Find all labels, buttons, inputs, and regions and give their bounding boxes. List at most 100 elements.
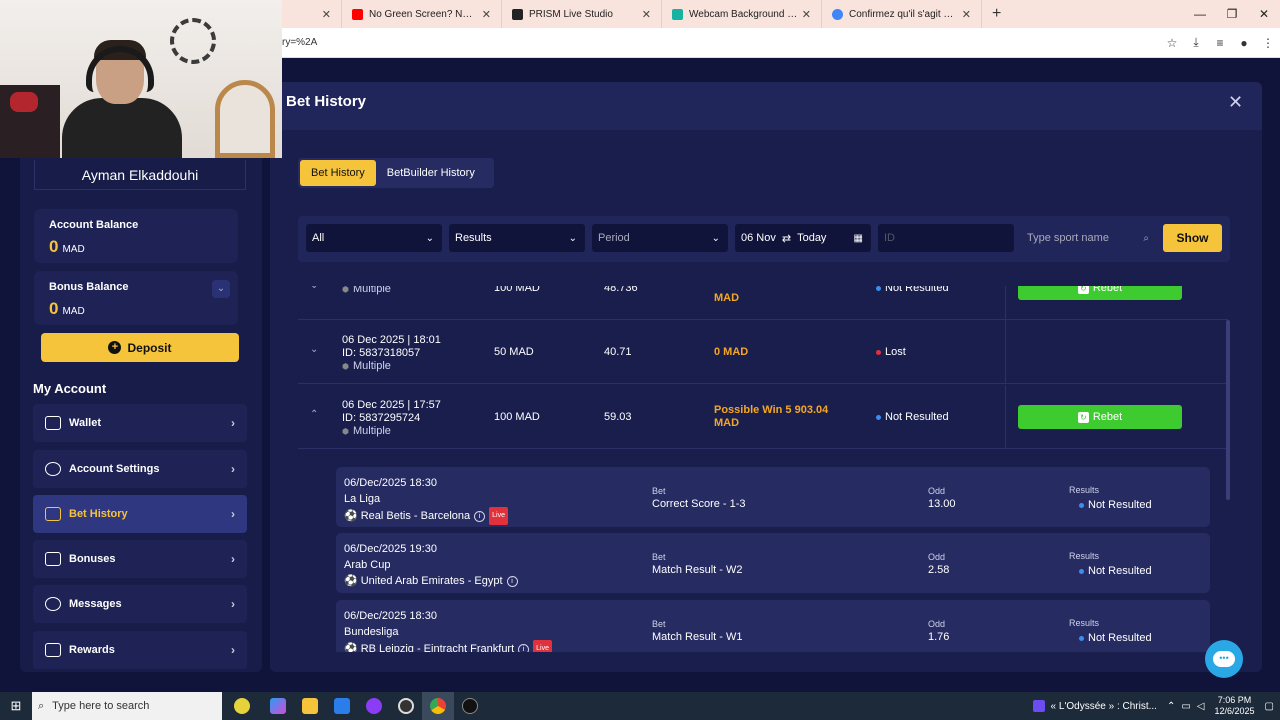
period-select[interactable]: Period ⌄ — [592, 224, 728, 252]
menu-icon[interactable]: ⋮ — [1256, 36, 1280, 50]
chevron-right-icon: › — [231, 416, 235, 430]
balance-amount: 0 MAD — [49, 237, 85, 256]
chat-bubble-icon: ••• — [1213, 651, 1235, 667]
sport-search-input[interactable]: Type sport name ⌕ — [1021, 224, 1157, 252]
history-tabs: Bet History BetBuilder History — [298, 158, 494, 188]
date-range-field[interactable]: 06 Nov ⇄ Today ▦ — [735, 224, 871, 252]
sidebar-item-bet-history[interactable]: Bet History › — [33, 495, 247, 533]
browser-tab[interactable]: Webcam Background Ideas For✕ — [662, 0, 822, 28]
tab-bet-history[interactable]: Bet History — [300, 160, 376, 186]
browser-tab[interactable]: PRISM Live Studio ✕ — [502, 0, 662, 28]
windows-start-icon[interactable]: ⊞ — [0, 698, 32, 714]
gift-icon — [45, 552, 61, 566]
profile-icon[interactable]: ● — [1232, 36, 1256, 50]
tab-betbuilder-history[interactable]: BetBuilder History — [376, 160, 486, 186]
minimize-button[interactable]: — — [1184, 7, 1216, 21]
chrome-icon[interactable] — [422, 692, 454, 720]
store-icon[interactable] — [326, 692, 358, 720]
bet-row[interactable]: ⌃ 06 Dec 2025 | 17:57ID: 5837295724Multi… — [298, 385, 1228, 449]
sidebar-item-account-settings[interactable]: Account Settings › — [33, 450, 247, 488]
info-icon[interactable]: i — [518, 643, 530, 652]
obs-icon[interactable] — [454, 692, 486, 720]
restore-button[interactable]: ❐ — [1216, 7, 1248, 21]
network-icon[interactable]: ▭ — [1181, 701, 1190, 712]
copilot-icon[interactable] — [262, 692, 294, 720]
status-badge: Not Resulted — [876, 411, 949, 423]
info-icon[interactable]: i — [474, 510, 486, 522]
show-button[interactable]: Show — [1163, 224, 1222, 252]
chevron-down-icon: ⌄ — [425, 232, 434, 244]
rebet-icon: ↻ — [1077, 286, 1089, 294]
swap-arrows-icon: ⇄ — [781, 232, 792, 245]
chevron-right-icon: › — [231, 462, 235, 476]
bet-odd: 59.03 — [604, 411, 632, 423]
bonus-label: Bonus Balance — [49, 281, 129, 293]
chevron-up-icon[interactable]: ⌃ — [1167, 701, 1175, 712]
chevron-down-icon[interactable]: ⌄ — [310, 344, 318, 355]
deposit-button[interactable]: + Deposit — [41, 333, 239, 362]
sidebar-item-wallet[interactable]: Wallet › — [33, 404, 247, 442]
sidebar-item-messages[interactable]: Messages › — [33, 585, 247, 623]
rebet-button[interactable]: ↻ Rebet — [1018, 286, 1182, 300]
bet-odd: 40.71 — [604, 346, 632, 358]
chat-button[interactable]: ••• — [1205, 640, 1243, 678]
clock[interactable]: 7:06 PM 12/6/2025 — [1215, 695, 1255, 717]
prism-icon — [512, 8, 523, 20]
taskbar-search[interactable]: ⌕ Type here to search — [32, 692, 222, 720]
rebet-icon: ↻ — [1077, 411, 1089, 423]
user-icon — [45, 462, 61, 476]
close-icon[interactable]: ✕ — [1228, 92, 1243, 113]
soccer-ball-icon: ⚽ — [344, 575, 358, 587]
lemons-icon — [222, 692, 262, 720]
chair-accent — [10, 92, 38, 112]
section-title: My Account — [33, 381, 107, 396]
modal-header — [270, 82, 1262, 130]
close-window-button[interactable]: ✕ — [1248, 7, 1280, 21]
bet-stake: 100 MAD — [494, 286, 540, 294]
volume-icon[interactable]: ◁ — [1197, 701, 1205, 712]
table-scrollbar[interactable] — [1226, 320, 1230, 500]
rebet-button[interactable]: ↻ Rebet — [1018, 405, 1182, 429]
bet-info: 06 Dec 2025 | 17:57ID: 5837295724Multipl… — [342, 399, 441, 438]
close-tab-icon[interactable]: ✕ — [642, 8, 651, 21]
app-icon[interactable] — [390, 692, 422, 720]
chevron-down-icon[interactable]: ⌄ — [212, 280, 230, 298]
file-explorer-icon[interactable] — [294, 692, 326, 720]
status-badge: Not Resulted — [876, 286, 949, 294]
bet-row[interactable]: ⌄ 06 Dec 2025 | 18:01ID: 5837318057Multi… — [298, 320, 1228, 384]
chevron-down-icon: ⌄ — [711, 232, 720, 244]
close-tab-icon[interactable]: ✕ — [802, 8, 811, 21]
media-title[interactable]: « L'Odyssée » : Christ... — [1051, 701, 1157, 712]
chevron-right-icon: › — [231, 507, 235, 521]
star-icon — [45, 643, 61, 657]
document-icon — [45, 507, 61, 521]
download-icon[interactable]: ⤓ — [1184, 35, 1208, 50]
type-select[interactable]: All ⌄ — [306, 224, 442, 252]
close-tab-icon[interactable]: ✕ — [322, 8, 331, 21]
sidebar-item-rewards[interactable]: Rewards › — [33, 631, 247, 669]
close-tab-icon[interactable]: ✕ — [962, 8, 971, 21]
browser-tab[interactable]: ✕ — [282, 0, 342, 28]
sidebar-item-bonuses[interactable]: Bonuses › — [33, 540, 247, 578]
chevron-right-icon: › — [231, 597, 235, 611]
url-field[interactable]: ry=%2A — [282, 37, 1160, 48]
star-icon[interactable]: ☆ — [1160, 36, 1184, 50]
new-tab-button[interactable]: + — [992, 5, 1001, 23]
results-select[interactable]: Results ⌄ — [449, 224, 585, 252]
system-tray: « L'Odyssée » : Christ... ⌃ ▭ ◁ 7:06 PM 1… — [1032, 692, 1280, 720]
search-icon: ⌕ — [1143, 232, 1149, 244]
browser-tab[interactable]: No Green Screen? No Problem✕ — [342, 0, 502, 28]
chevron-up-icon[interactable]: ⌃ — [310, 409, 318, 420]
info-icon[interactable]: i — [506, 575, 518, 587]
youtube-icon — [352, 8, 363, 20]
media-icon[interactable]: ≡ — [1208, 36, 1232, 50]
messenger-icon[interactable] — [358, 692, 390, 720]
browser-tab[interactable]: Confirmez qu'il s'agit bien de v✕ — [822, 0, 982, 28]
close-tab-icon[interactable]: ✕ — [482, 8, 491, 21]
plus-icon: + — [108, 341, 122, 354]
chevron-down-icon[interactable]: ⌄ — [310, 286, 318, 291]
media-app-icon — [1032, 700, 1045, 712]
bet-row[interactable]: ⌄ ID: 5837383604Multiple 100 MAD 48.736 … — [298, 286, 1228, 320]
id-input[interactable]: ID — [878, 224, 1014, 252]
notification-icon[interactable]: ▢ — [1265, 701, 1274, 712]
